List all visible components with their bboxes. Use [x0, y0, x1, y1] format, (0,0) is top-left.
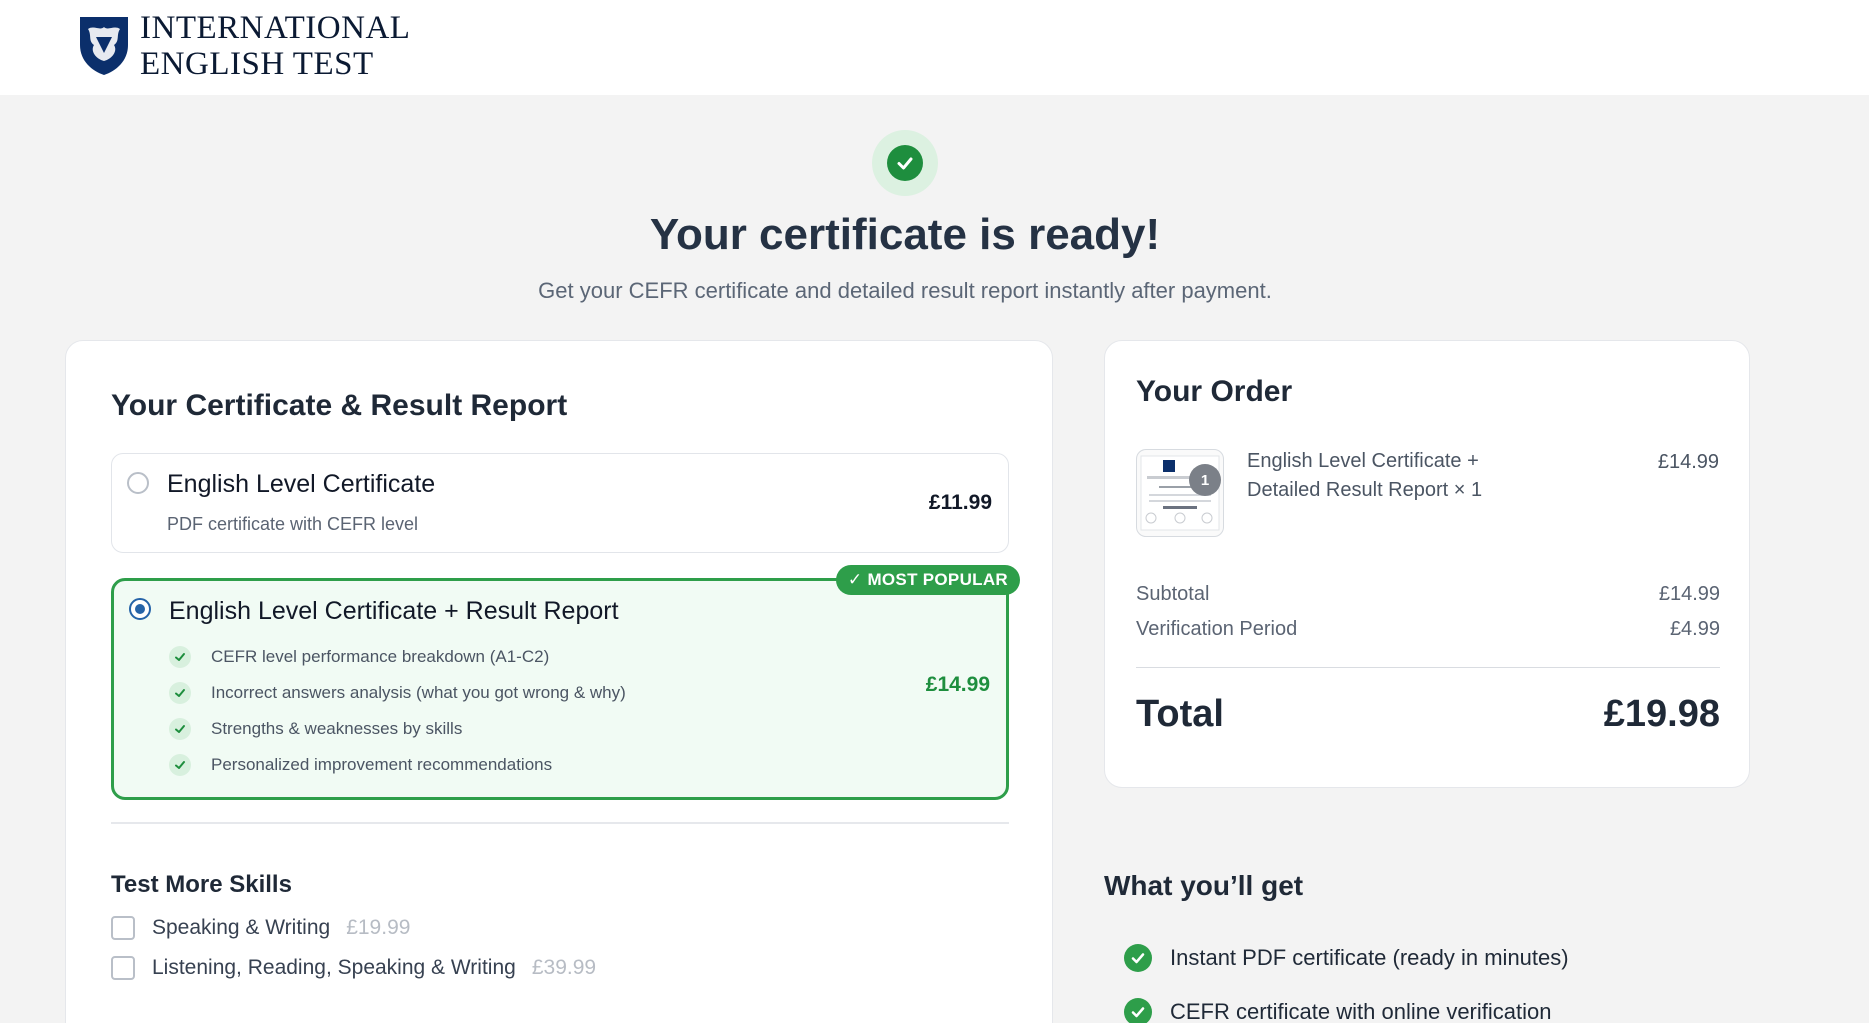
total-value: £19.98 [1603, 693, 1720, 735]
total-row: Total £19.98 [1136, 693, 1720, 736]
option-1-radio[interactable] [127, 472, 149, 494]
option-2-price: £14.99 [925, 673, 990, 696]
quantity-badge: 1 [1189, 464, 1221, 496]
skill-option-all-four[interactable]: Listening, Reading, Speaking & Writing £… [111, 956, 596, 980]
option-1-description: PDF certificate with CEFR level [167, 514, 419, 534]
check-icon [169, 682, 191, 704]
page-title: Your certificate is ready! [649, 210, 1161, 259]
option-certificate-and-report[interactable]: ✓ MOST POPULAR English Level Certificate… [111, 565, 1020, 800]
benefit-text: Instant PDF certificate (ready in minute… [1170, 945, 1569, 970]
skill-label: Speaking & Writing [152, 916, 331, 939]
brand-logo[interactable]: INTERNATIONAL ENGLISH TEST [78, 10, 410, 82]
verification-value: £4.99 [1669, 618, 1720, 640]
feature-text: Incorrect answers analysis (what you got… [211, 683, 626, 702]
brand-name: INTERNATIONAL ENGLISH TEST [140, 10, 410, 82]
order-item-name-line-2: Detailed Result Report × 1 [1247, 479, 1483, 501]
page-subtitle: Get your CEFR certificate and detailed r… [538, 278, 1272, 303]
benefit-text: CEFR certificate with online verificatio… [1170, 999, 1552, 1023]
feature-item: Strengths & weaknesses by skills [169, 711, 626, 747]
success-badge [872, 130, 938, 196]
order-item-price: £14.99 [1657, 451, 1719, 473]
check-circle-icon [1124, 944, 1152, 972]
shield-crest-icon [80, 17, 128, 75]
check-circle-icon [887, 145, 923, 181]
subtotal-label: Subtotal [1136, 583, 1210, 605]
site-header: INTERNATIONAL ENGLISH TEST [0, 0, 1869, 95]
total-label: Total [1136, 693, 1224, 735]
skill-option-speaking-writing[interactable]: Speaking & Writing £19.99 [111, 916, 410, 940]
hero-section: Your certificate is ready! Get your CEFR… [0, 130, 1810, 304]
option-1-title: English Level Certificate [167, 470, 436, 498]
check-icon [169, 718, 191, 740]
brand-line-2: ENGLISH TEST [140, 46, 374, 82]
product-selection-card: Your Certificate & Result Report English… [65, 340, 1053, 1023]
order-summary-card: Your Order 1 English Level Certificate +… [1104, 340, 1750, 788]
option-1-price: £11.99 [928, 491, 992, 514]
verification-row: Verification Period £4.99 [1136, 618, 1720, 641]
skill-label: Listening, Reading, Speaking & Writing [152, 956, 516, 979]
check-icon [169, 754, 191, 776]
feature-list: CEFR level performance breakdown (A1-C2)… [169, 639, 626, 783]
order-item-name: English Level Certificate + Detailed Res… [1247, 447, 1547, 505]
benefits-title: What you’ll get [1104, 870, 1304, 901]
feature-item: CEFR level performance breakdown (A1-C2) [169, 639, 626, 675]
certificate-thumbnail: 1 [1136, 449, 1224, 537]
feature-item: Personalized improvement recommendations [169, 747, 626, 783]
most-popular-badge: ✓ MOST POPULAR [835, 565, 1020, 595]
brand-line-1: INTERNATIONAL [140, 10, 411, 46]
more-skills-title: Test More Skills [111, 871, 292, 898]
order-title: Your Order [1136, 375, 1293, 408]
skill-checkbox[interactable] [111, 956, 135, 980]
section-title: Your Certificate & Result Report [111, 389, 568, 422]
check-circle-icon [1124, 998, 1152, 1023]
verification-label: Verification Period [1136, 618, 1298, 640]
feature-item: Incorrect answers analysis (what you got… [169, 675, 626, 711]
option-certificate-only[interactable]: English Level Certificate PDF certificat… [111, 453, 1009, 553]
option-2-radio[interactable] [129, 598, 151, 620]
feature-text: CEFR level performance breakdown (A1-C2) [211, 647, 550, 666]
subtotal-value: £14.99 [1658, 583, 1720, 605]
feature-text: Personalized improvement recommendations [211, 755, 553, 774]
skill-price: £39.99 [531, 956, 597, 979]
order-item-name-line-1: English Level Certificate + [1247, 450, 1479, 472]
feature-text: Strengths & weaknesses by skills [211, 719, 463, 738]
subtotal-row: Subtotal £14.99 [1136, 583, 1720, 606]
skill-price: £19.99 [346, 916, 411, 939]
option-2-title: English Level Certificate + Result Repor… [169, 597, 619, 625]
benefit-item: Instant PDF certificate (ready in minute… [1124, 944, 1569, 972]
section-divider [111, 822, 1009, 824]
check-icon [169, 646, 191, 668]
skill-checkbox[interactable] [111, 916, 135, 940]
order-divider [1136, 667, 1720, 668]
benefit-item: CEFR certificate with online verificatio… [1124, 998, 1551, 1023]
